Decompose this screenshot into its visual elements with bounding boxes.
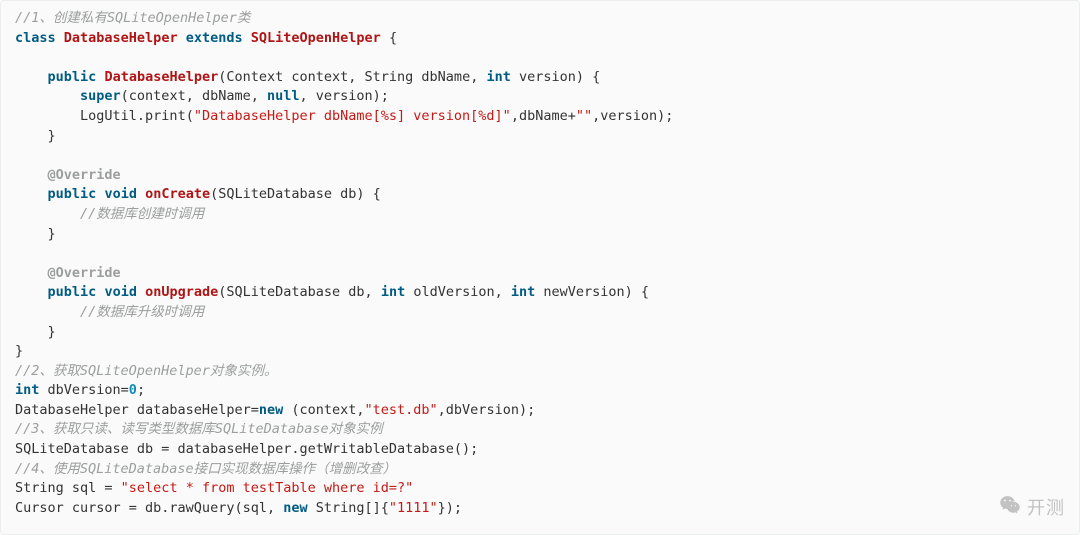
number-literal: 0 <box>129 382 137 398</box>
brace: { <box>389 30 397 46</box>
code-text: version) { <box>511 69 600 85</box>
brace: } <box>15 343 23 359</box>
keyword-super: super <box>80 88 121 104</box>
string-literal: "test.db" <box>365 402 438 418</box>
code-content: //1、创建私有SQLiteOpenHelper类 class Database… <box>15 9 1065 518</box>
annotation-override: @Override <box>48 167 121 183</box>
string-literal: "1111" <box>389 500 438 516</box>
comment-line: //3、获取只读、读写类型数据库SQLiteDatabase对象实例 <box>15 421 383 437</box>
code-text: newVersion) { <box>535 284 649 300</box>
code-text: }); <box>438 500 462 516</box>
code-block: //1、创建私有SQLiteOpenHelper类 class Database… <box>0 0 1080 535</box>
keyword-new: new <box>259 402 283 418</box>
keyword-public: public <box>48 69 97 85</box>
code-text: dbVersion= <box>39 382 128 398</box>
superclass-name: SQLiteOpenHelper <box>251 30 381 46</box>
code-text: (Context context, String dbName, <box>218 69 486 85</box>
code-text: (context, dbName, <box>121 88 267 104</box>
comment-line: //4、使用SQLiteDatabase接口实现数据库操作（增删改查） <box>15 461 396 477</box>
keyword-extends: extends <box>186 30 243 46</box>
code-text: String[]{ <box>308 500 389 516</box>
brace: } <box>48 324 56 340</box>
method-name: onUpgrade <box>145 284 218 300</box>
code-text: (SQLiteDatabase db, <box>218 284 381 300</box>
keyword-int: int <box>486 69 510 85</box>
code-text: oldVersion, <box>405 284 511 300</box>
code-text: ,dbName+ <box>511 108 576 124</box>
string-literal: "select * from testTable where id=?" <box>121 480 414 496</box>
constructor-name: DatabaseHelper <box>104 69 218 85</box>
code-text: (context, <box>283 402 364 418</box>
string-literal: "" <box>576 108 592 124</box>
code-text: SQLiteDatabase db = databaseHelper.getWr… <box>15 441 478 457</box>
keyword-public: public <box>48 186 97 202</box>
comment-line: //1、创建私有SQLiteOpenHelper类 <box>15 10 250 26</box>
watermark-text: 开测 <box>1027 494 1065 520</box>
keyword-int: int <box>15 382 39 398</box>
keyword-class: class <box>15 30 56 46</box>
brace: } <box>48 128 56 144</box>
code-text: , version); <box>300 88 389 104</box>
code-text: ,version); <box>592 108 673 124</box>
code-text: ; <box>137 382 145 398</box>
wechat-icon <box>999 496 1021 519</box>
method-name: onCreate <box>145 186 210 202</box>
watermark: 开测 <box>999 494 1065 520</box>
annotation-override: @Override <box>48 265 121 281</box>
comment-line: //数据库升级时调用 <box>80 304 204 320</box>
class-name: DatabaseHelper <box>64 30 178 46</box>
keyword-int: int <box>511 284 535 300</box>
comment-line: //2、获取SQLiteOpenHelper对象实例。 <box>15 363 277 379</box>
code-text: (SQLiteDatabase db) { <box>210 186 381 202</box>
keyword-public: public <box>48 284 97 300</box>
comment-line: //数据库创建时调用 <box>80 206 204 222</box>
code-text: Cursor cursor = db.rawQuery(sql, <box>15 500 283 516</box>
keyword-void: void <box>104 186 137 202</box>
keyword-void: void <box>104 284 137 300</box>
keyword-null: null <box>267 88 300 104</box>
code-text: ,dbVersion); <box>438 402 536 418</box>
code-text: DatabaseHelper databaseHelper= <box>15 402 259 418</box>
code-text: LogUtil.print( <box>80 108 194 124</box>
code-text: String sql = <box>15 480 121 496</box>
keyword-int: int <box>381 284 405 300</box>
string-literal: "DatabaseHelper dbName[%s] version[%d]" <box>194 108 511 124</box>
brace: } <box>48 226 56 242</box>
keyword-new: new <box>283 500 307 516</box>
